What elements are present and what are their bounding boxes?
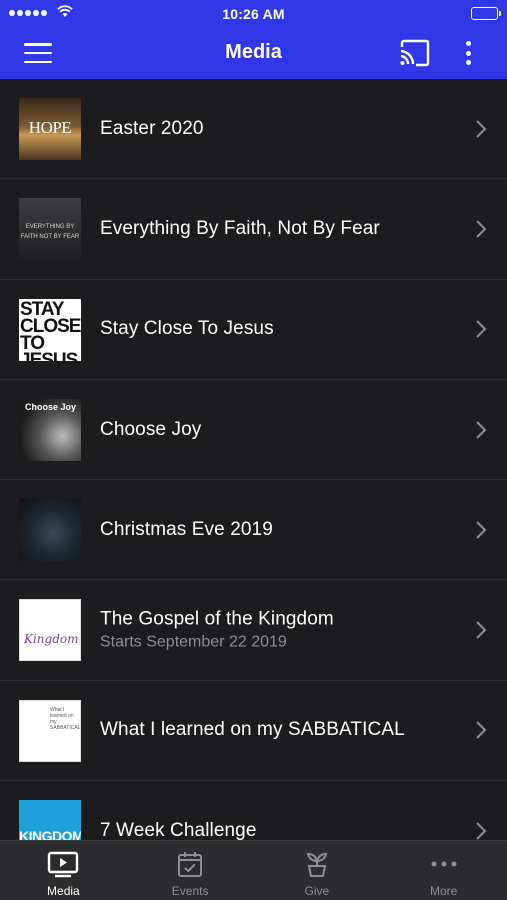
media-thumbnail: EVERYTHING BY FAITH NOT BY FEAR <box>19 198 81 261</box>
plant-icon <box>306 852 328 877</box>
media-item-title: Choose Joy <box>100 418 202 440</box>
chevron-right-icon <box>476 420 487 439</box>
media-item-title: What I learned on my SABBATICAL <box>100 719 405 741</box>
chevron-right-icon <box>476 119 487 138</box>
media-item-choose-joy[interactable]: Choose Joy Choose Joy <box>0 380 507 481</box>
tab-give[interactable]: Give <box>254 841 381 900</box>
chevron-right-icon <box>476 822 487 840</box>
chevron-right-icon <box>476 320 487 338</box>
more-horizontal-icon <box>431 861 457 867</box>
media-list: HOPE Easter 2020 EVERYTHING BY FAITH NOT… <box>0 79 507 840</box>
chevron-right-icon <box>476 220 487 238</box>
media-item-sabbatical[interactable]: What I learned on my SABBATICAL What I l… <box>0 681 507 782</box>
tv-play-icon <box>48 851 79 878</box>
media-thumbnail <box>19 499 81 562</box>
chevron-right-icon <box>476 521 487 539</box>
tab-media[interactable]: Media <box>0 841 127 900</box>
tab-events[interactable]: Events <box>127 841 254 900</box>
media-item-faith-not-fear[interactable]: EVERYTHING BY FAITH NOT BY FEAR Everythi… <box>0 179 507 280</box>
media-item-title: Christmas Eve 2019 <box>100 518 273 540</box>
media-item-title: 7 Week Challenge <box>100 819 257 840</box>
media-thumbnail: What I learned on my SABBATICAL <box>19 699 81 762</box>
media-thumbnail: KINGDOM <box>19 800 81 840</box>
media-thumbnail: HOPE <box>19 98 81 160</box>
tab-label: More <box>429 884 458 898</box>
tab-bar: Media Events Give More <box>0 840 507 900</box>
media-item-stay-close[interactable]: STAY CLOSE TO JESUS Stay Close To Jesus <box>0 280 507 380</box>
tab-more[interactable]: More <box>380 841 507 900</box>
media-item-7-week-challenge[interactable]: KINGDOM 7 Week Challenge <box>0 781 507 840</box>
calendar-check-icon <box>178 852 203 877</box>
media-item-title: Everything By Faith, Not By Fear <box>100 217 380 239</box>
cast-icon[interactable] <box>398 39 432 67</box>
tab-label: Media <box>47 884 80 898</box>
more-options-icon[interactable] <box>458 39 478 67</box>
tab-label: Events <box>171 884 209 898</box>
tab-label: Give <box>304 884 330 898</box>
nav-bar: Media <box>0 27 507 79</box>
media-item-christmas-eve-2019[interactable]: Christmas Eve 2019 <box>0 480 507 581</box>
media-item-subtitle: Starts September 22 2019 <box>100 633 287 651</box>
media-thumbnail: Choose Joy <box>19 398 81 461</box>
chevron-right-icon <box>476 721 487 740</box>
status-time: 10:26 AM <box>222 6 285 22</box>
media-item-gospel-kingdom[interactable]: Kingdom The Gospel of the Kingdom Starts… <box>0 580 507 681</box>
media-thumbnail: STAY CLOSE TO JESUS <box>19 298 81 361</box>
media-item-title: Easter 2020 <box>100 117 204 139</box>
media-thumbnail: Kingdom <box>19 599 81 662</box>
media-item-easter-2020[interactable]: HOPE Easter 2020 <box>0 79 507 180</box>
chevron-right-icon <box>476 621 487 639</box>
status-bar: 10:26 AM <box>0 0 507 27</box>
media-item-title: Stay Close To Jesus <box>100 318 274 340</box>
battery-icon <box>471 7 501 20</box>
media-item-title: The Gospel of the Kingdom <box>100 608 334 630</box>
